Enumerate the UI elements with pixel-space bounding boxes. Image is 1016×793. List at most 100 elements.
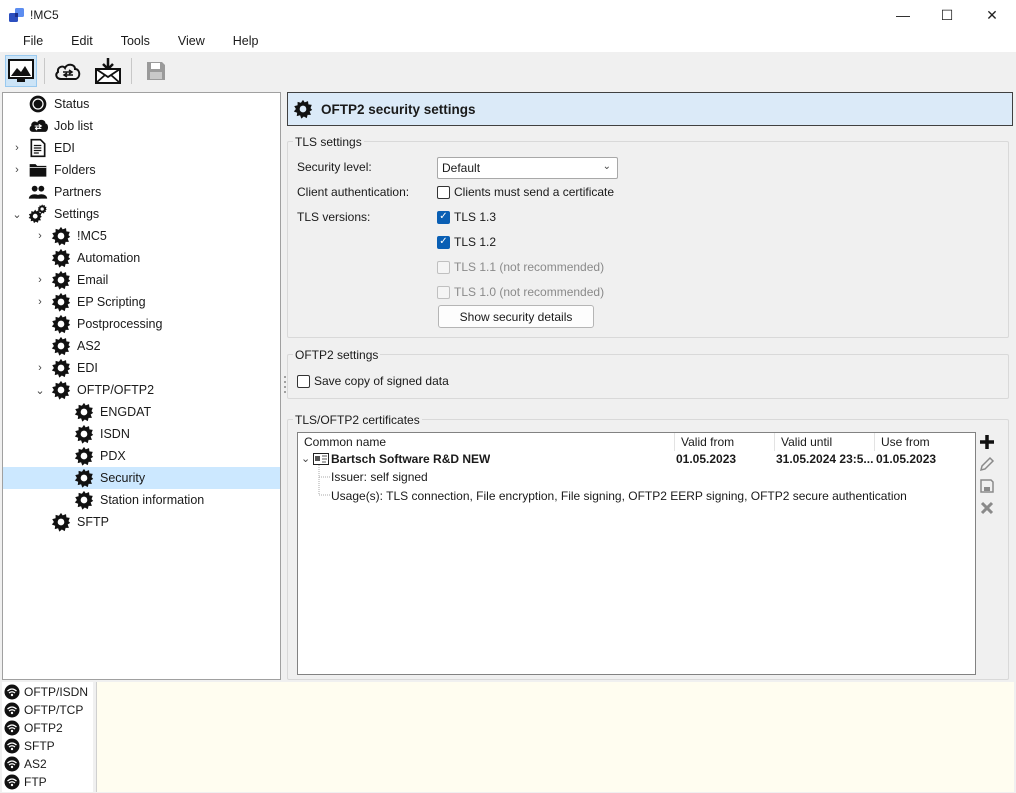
oftp2-settings-title: OFTP2 settings [293, 348, 381, 362]
tls13-checkbox[interactable]: ✓ TLS 1.3 [437, 210, 496, 224]
tree-item-label: Email [77, 273, 109, 287]
tree-item-station-information[interactable]: Station information [3, 489, 204, 511]
tls-versions-label: TLS versions: [297, 210, 371, 224]
tree-item-security[interactable]: Security [3, 467, 280, 489]
client-auth-label: Client authentication: [297, 185, 410, 199]
tree-item-edi[interactable]: › EDI [3, 357, 176, 379]
chevron-down-icon[interactable]: ⌄ [34, 379, 46, 401]
tree-item-label: ISDN [100, 427, 130, 441]
gear-icon [74, 402, 94, 422]
connection-status-list: OFTP/ISDN OFTP/TCP OFTP2 SFTP AS2 FTP [2, 682, 93, 792]
status-item-ftp[interactable]: FTP [4, 773, 47, 791]
gear-icon [51, 248, 71, 268]
tree-item-ep-scripting[interactable]: › EP Scripting [3, 291, 176, 313]
client-auth-checkbox[interactable]: Clients must send a certificate [437, 185, 614, 199]
status-item-sftp[interactable]: SFTP [4, 737, 55, 755]
column-header-common-name[interactable]: Common name [298, 433, 675, 451]
tree-item-edi[interactable]: › EDI [3, 137, 153, 159]
column-header-valid-until[interactable]: Valid until [775, 433, 875, 451]
gear-icon [74, 490, 94, 510]
column-header-use-from[interactable]: Use from [875, 433, 975, 451]
tls-settings-title: TLS settings [293, 135, 364, 149]
status-item-label: SFTP [24, 739, 55, 753]
tree-item-partners[interactable]: Partners [3, 181, 153, 203]
save-icon [980, 479, 994, 493]
tree-item-label: ENGDAT [100, 405, 152, 419]
tree-item-label: SFTP [77, 515, 109, 529]
certificate-icon [313, 453, 329, 465]
receive-mail-button[interactable] [92, 55, 124, 87]
chevron-down-icon[interactable]: ⌄ [11, 203, 23, 225]
tree-item-label: EDI [77, 361, 98, 375]
checkbox-checked-icon[interactable]: ✓ [437, 235, 450, 249]
checkbox-checked-icon[interactable]: ✓ [437, 210, 450, 224]
chevron-right-icon[interactable]: › [34, 269, 46, 291]
sync-button[interactable] [52, 55, 84, 87]
gear-icon [293, 99, 313, 119]
menu-tools[interactable]: Tools [111, 31, 160, 51]
tree-item--mc5[interactable]: › !MC5 [3, 225, 176, 247]
maximize-icon: ☐ [940, 6, 954, 23]
delete-certificate-button[interactable] [977, 498, 997, 518]
log-area[interactable] [96, 682, 1014, 792]
tree-item-status[interactable]: Status [3, 93, 153, 115]
tls12-checkbox[interactable]: ✓ TLS 1.2 [437, 235, 496, 249]
status-icon [28, 94, 48, 114]
tree-item-postprocessing[interactable]: Postprocessing [3, 313, 176, 335]
tree-item-automation[interactable]: Automation [3, 247, 176, 269]
cert-issuer: Issuer: self signed [331, 470, 428, 484]
checkbox-box[interactable] [297, 374, 310, 388]
tree-item-email[interactable]: › Email [3, 269, 176, 291]
chevron-right-icon[interactable]: › [11, 137, 23, 159]
checkbox-box [437, 285, 450, 299]
chevron-down-icon: ⌄ [602, 161, 611, 172]
tree-item-as2[interactable]: AS2 [3, 335, 176, 357]
page-header: OFTP2 security settings [287, 92, 1013, 126]
certificate-list[interactable]: Common name Valid from Valid until Use f… [297, 432, 976, 675]
column-header-valid-from[interactable]: Valid from [675, 433, 775, 451]
tree-item-isdn[interactable]: ISDN [3, 423, 199, 445]
tree-item-sftp[interactable]: SFTP [3, 511, 176, 533]
tree-item-label: Status [54, 97, 90, 111]
security-level-select[interactable]: Default ⌄ [437, 157, 618, 179]
chevron-right-icon[interactable]: › [34, 225, 46, 247]
monitor-view-button[interactable] [5, 55, 37, 87]
save-certificate-button[interactable] [977, 476, 997, 496]
gear-icon [51, 512, 71, 532]
status-item-label: FTP [24, 775, 47, 789]
gear-icon [74, 424, 94, 444]
status-item-oftp-isdn[interactable]: OFTP/ISDN [4, 683, 88, 701]
tree-item-engdat[interactable]: ENGDAT [3, 401, 199, 423]
show-security-details-button[interactable]: Show security details [438, 305, 594, 328]
gear-icon [51, 380, 71, 400]
chevron-down-icon[interactable]: ⌄ [301, 452, 310, 465]
close-button[interactable]: ✕ [969, 0, 1015, 30]
chevron-right-icon[interactable]: › [11, 159, 23, 181]
add-certificate-button[interactable] [977, 432, 997, 452]
tree-item-label: Postprocessing [77, 317, 163, 331]
minimize-button[interactable]: — [880, 0, 926, 30]
status-item-oftp-tcp[interactable]: OFTP/TCP [4, 701, 83, 719]
status-item-label: AS2 [24, 757, 47, 771]
status-item-as2[interactable]: AS2 [4, 755, 47, 773]
close-icon: ✕ [986, 6, 998, 23]
edit-certificate-button[interactable] [977, 454, 997, 474]
tree-item-oftp-oftp2[interactable]: ⌄ OFTP/OFTP2 [3, 379, 176, 401]
tree-item-folders[interactable]: › Folders [3, 159, 153, 181]
checkbox-box[interactable] [437, 185, 450, 199]
tree-item-job-list[interactable]: Job list [3, 115, 153, 137]
chevron-right-icon[interactable]: › [34, 357, 46, 379]
menu-view[interactable]: View [168, 31, 215, 51]
menu-file[interactable]: File [13, 31, 53, 51]
cert-use-from: 01.05.2023 [876, 452, 937, 466]
menu-edit[interactable]: Edit [61, 31, 103, 51]
tls10-checkbox: TLS 1.0 (not recommended) [437, 285, 604, 299]
status-item-oftp2[interactable]: OFTP2 [4, 719, 63, 737]
save-copy-checkbox[interactable]: Save copy of signed data [297, 374, 449, 388]
save-button[interactable] [140, 55, 172, 87]
tree-item-settings[interactable]: ⌄ Settings [3, 203, 153, 225]
tree-item-pdx[interactable]: PDX [3, 445, 199, 467]
chevron-right-icon[interactable]: › [34, 291, 46, 313]
maximize-button[interactable]: ☐ [924, 0, 970, 30]
menu-help[interactable]: Help [223, 31, 269, 51]
